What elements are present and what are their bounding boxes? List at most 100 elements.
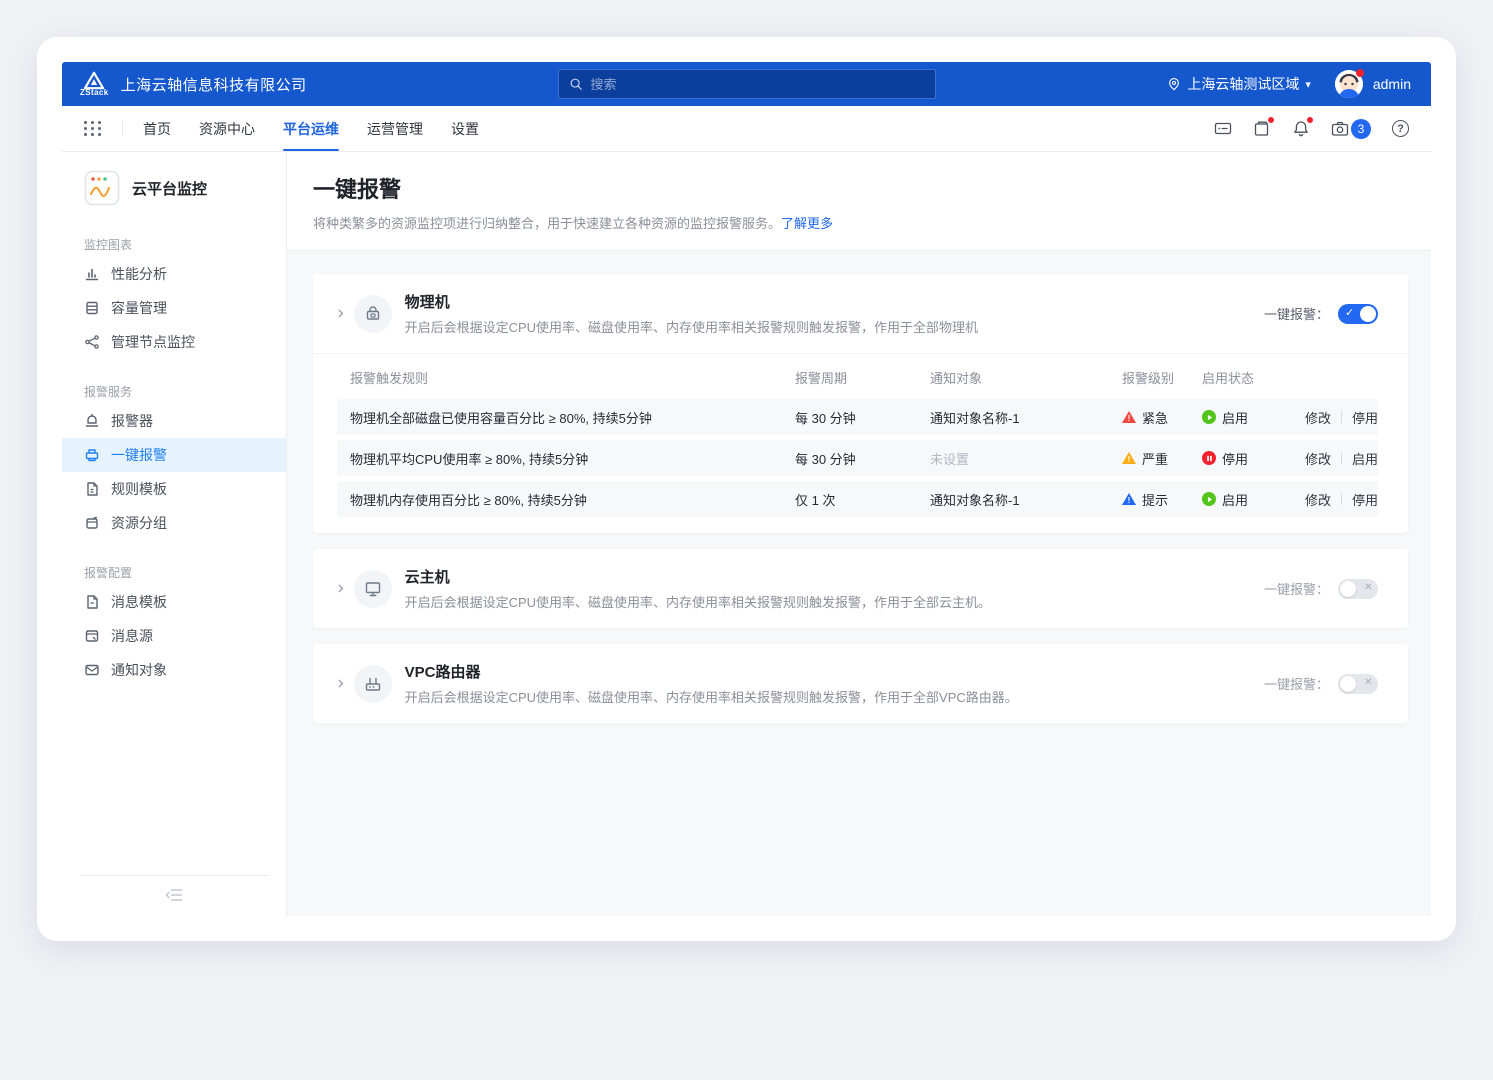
bell-icon[interactable] xyxy=(1292,120,1310,137)
sidebar-item-message-templates[interactable]: 消息模板 xyxy=(62,585,286,619)
sidebar-item-label: 通知对象 xyxy=(111,660,167,680)
card-title: 物理机 xyxy=(405,291,978,312)
action-divider xyxy=(1341,411,1342,423)
col-header-period: 报警周期 xyxy=(795,368,930,387)
nav-item-resource-center[interactable]: 资源中心 xyxy=(199,106,255,151)
rule-template-icon xyxy=(84,481,100,497)
status-enabled-icon xyxy=(1202,410,1216,424)
one-key-alarm-toggle[interactable]: ✕ xyxy=(1338,579,1378,599)
vm-icon xyxy=(364,580,382,598)
avatar-notification-dot xyxy=(1356,69,1364,77)
camera-icon[interactable]: 3 xyxy=(1331,119,1371,139)
sidebar-item-resource-groups[interactable]: 资源分组 xyxy=(62,506,286,540)
user-avatar[interactable] xyxy=(1335,70,1363,98)
rule-text: 物理机内存使用百分比 ≥ 80%, 持续5分钟 xyxy=(350,490,795,509)
level-label: 紧急 xyxy=(1142,408,1168,427)
sidebar-item-label: 消息源 xyxy=(111,626,153,646)
sidebar-item-label: 一键报警 xyxy=(111,445,167,465)
disable-action[interactable]: 停用 xyxy=(1352,490,1378,509)
sidebar-item-mgmt-node-monitor[interactable]: 管理节点监控 xyxy=(62,325,286,359)
disable-action[interactable]: 停用 xyxy=(1352,408,1378,427)
nav-item-platform-ops[interactable]: 平台运维 xyxy=(283,106,339,151)
region-name: 上海云轴测试区域 xyxy=(1187,74,1299,94)
learn-more-link[interactable]: 了解更多 xyxy=(781,216,833,231)
col-header-rule: 报警触发规则 xyxy=(350,368,795,387)
zstack-logo-text: ZStack xyxy=(80,89,109,97)
enable-action[interactable]: 启用 xyxy=(1352,449,1378,468)
expand-chevron-icon[interactable]: › xyxy=(337,304,345,323)
sidebar-item-label: 资源分组 xyxy=(111,513,167,533)
expand-chevron-icon[interactable]: › xyxy=(337,674,345,693)
status-enabled-icon xyxy=(1202,492,1216,506)
notification-dot xyxy=(1268,117,1274,123)
status-label: 停用 xyxy=(1222,449,1248,468)
table-row: 物理机平均CPU使用率 ≥ 80%, 持续5分钟 每 30 分钟 未设置 !严重… xyxy=(337,440,1378,476)
chevron-down-icon: ▾ xyxy=(1305,78,1311,91)
sidebar-item-label: 消息模板 xyxy=(111,592,167,612)
nav-item-settings[interactable]: 设置 xyxy=(451,106,479,151)
sidebar-item-label: 规则模板 xyxy=(111,479,167,499)
sidebar-group-monitor-charts: 监控图表 xyxy=(62,236,286,257)
sidebar-item-performance-analysis[interactable]: 性能分析 xyxy=(62,257,286,291)
sidebar-item-alarms[interactable]: 报警器 xyxy=(62,404,286,438)
region-selector[interactable]: 上海云轴测试区域 ▾ xyxy=(1167,74,1311,94)
modify-action[interactable]: 修改 xyxy=(1305,490,1331,509)
zstack-logo: ZStack xyxy=(80,71,109,97)
sidebar-item-capacity-mgmt[interactable]: 容量管理 xyxy=(62,291,286,325)
nav-item-home[interactable]: 首页 xyxy=(143,106,171,151)
company-name: 上海云轴信息科技有限公司 xyxy=(121,74,307,95)
table-row: 物理机全部磁盘已使用容量百分比 ≥ 80%, 持续5分钟 每 30 分钟 通知对… xyxy=(337,399,1378,435)
username[interactable]: admin xyxy=(1373,76,1411,92)
notification-dot xyxy=(1307,117,1313,123)
sidebar-item-label: 性能分析 xyxy=(111,264,167,284)
search-icon xyxy=(569,77,583,91)
card-vm-instance: › 云主机 开启后会根据设定CPU使用率、磁盘使用率、内存使用率相关报警规则触发… xyxy=(313,549,1408,628)
apps-grid-icon[interactable] xyxy=(84,121,102,136)
one-key-alarm-toggle[interactable]: ✓ xyxy=(1338,304,1378,324)
console-icon[interactable] xyxy=(1214,120,1232,137)
rule-text: 物理机平均CPU使用率 ≥ 80%, 持续5分钟 xyxy=(350,449,795,468)
card-description: 开启后会根据设定CPU使用率、磁盘使用率、内存使用率相关报警规则触发报警，作用于… xyxy=(405,687,1018,706)
expand-chevron-icon[interactable]: › xyxy=(337,579,345,598)
one-key-alarm-toggle-label: 一键报警： xyxy=(1264,674,1329,693)
col-header-notify-target: 通知对象 xyxy=(930,368,1122,387)
sidebar-collapse-button[interactable] xyxy=(62,876,286,916)
one-key-alarm-toggle[interactable]: ✕ xyxy=(1338,674,1378,694)
status-disabled-icon xyxy=(1202,451,1216,465)
menu-fold-icon xyxy=(165,888,183,902)
snapshot-count-badge[interactable]: 3 xyxy=(1351,119,1371,139)
card-title: 云主机 xyxy=(405,566,991,587)
card-vpc-router: › VPC路由器 开启后会根据设定CPU使用率、磁盘使用率、内存使用率相关报警规… xyxy=(313,644,1408,723)
alarm-icon xyxy=(84,413,100,429)
cross-icon: ✕ xyxy=(1364,677,1372,688)
sidebar-item-notify-objects[interactable]: 通知对象 xyxy=(62,653,286,687)
sidebar-title: 云平台监控 xyxy=(132,178,207,199)
topbar: ZStack 上海云轴信息科技有限公司 上海云轴测试区域 ▾ xyxy=(62,62,1431,106)
notify-object-icon xyxy=(84,662,100,678)
nav-item-operation-mgmt[interactable]: 运营管理 xyxy=(367,106,423,151)
sidebar-item-message-sources[interactable]: 消息源 xyxy=(62,619,286,653)
resource-group-icon xyxy=(84,515,100,531)
sidebar-item-label: 报警器 xyxy=(111,411,153,431)
global-search[interactable] xyxy=(558,69,936,99)
table-header-row: 报警触发规则 报警周期 通知对象 报警级别 启用状态 xyxy=(337,360,1378,394)
search-input[interactable] xyxy=(591,77,925,92)
modify-action[interactable]: 修改 xyxy=(1305,449,1331,468)
notify-target: 通知对象名称-1 xyxy=(930,408,1122,427)
modify-action[interactable]: 修改 xyxy=(1305,408,1331,427)
one-key-alarm-icon xyxy=(84,447,100,463)
rule-text: 物理机全部磁盘已使用容量百分比 ≥ 80%, 持续5分钟 xyxy=(350,408,795,427)
help-icon[interactable]: ? xyxy=(1392,120,1409,137)
sidebar-item-rule-templates[interactable]: 规则模板 xyxy=(62,472,286,506)
page-header: 一键报警 将种类繁多的资源监控项进行归纳整合，用于快速建立各种资源的监控报警服务… xyxy=(287,152,1431,251)
clipboard-icon[interactable] xyxy=(1253,120,1271,137)
sidebar: 云平台监控 监控图表 性能分析 容量管理 管理节点监控 报警服务 xyxy=(62,152,287,916)
level-severe-icon: ! xyxy=(1122,452,1136,465)
check-icon: ✓ xyxy=(1345,306,1354,319)
alarm-rule-table: 报警触发规则 报警周期 通知对象 报警级别 启用状态 物理机全部磁盘已使用容量百… xyxy=(313,353,1408,533)
navbar: 首页 资源中心 平台运维 运营管理 设置 xyxy=(62,106,1431,152)
card-description: 开启后会根据设定CPU使用率、磁盘使用率、内存使用率相关报警规则触发报警，作用于… xyxy=(405,592,991,611)
level-critical-icon: ! xyxy=(1122,411,1136,424)
table-row: 物理机内存使用百分比 ≥ 80%, 持续5分钟 仅 1 次 通知对象名称-1 !… xyxy=(337,481,1378,517)
sidebar-item-one-key-alarm[interactable]: 一键报警 xyxy=(62,438,286,472)
